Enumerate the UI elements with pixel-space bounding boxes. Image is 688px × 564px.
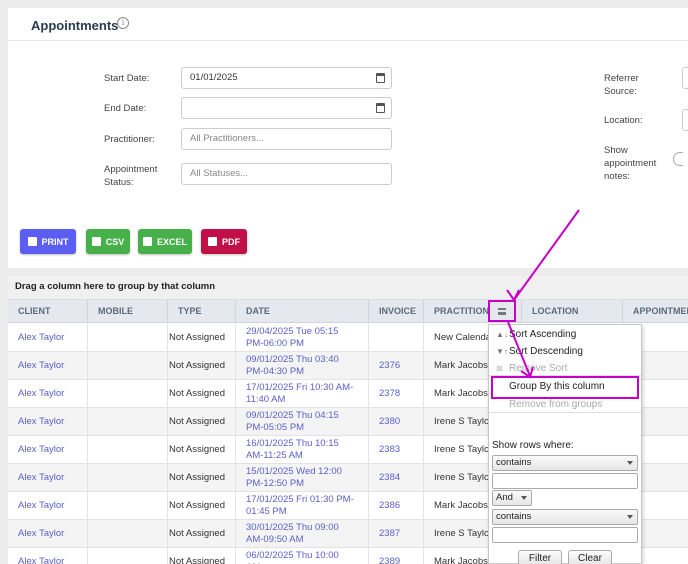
annotation-arrows [506, 209, 580, 379]
annotation-arrow-to-group-by [507, 321, 531, 377]
annotation-arrow-to-menu-button [513, 209, 580, 301]
arrowhead [506, 289, 520, 302]
